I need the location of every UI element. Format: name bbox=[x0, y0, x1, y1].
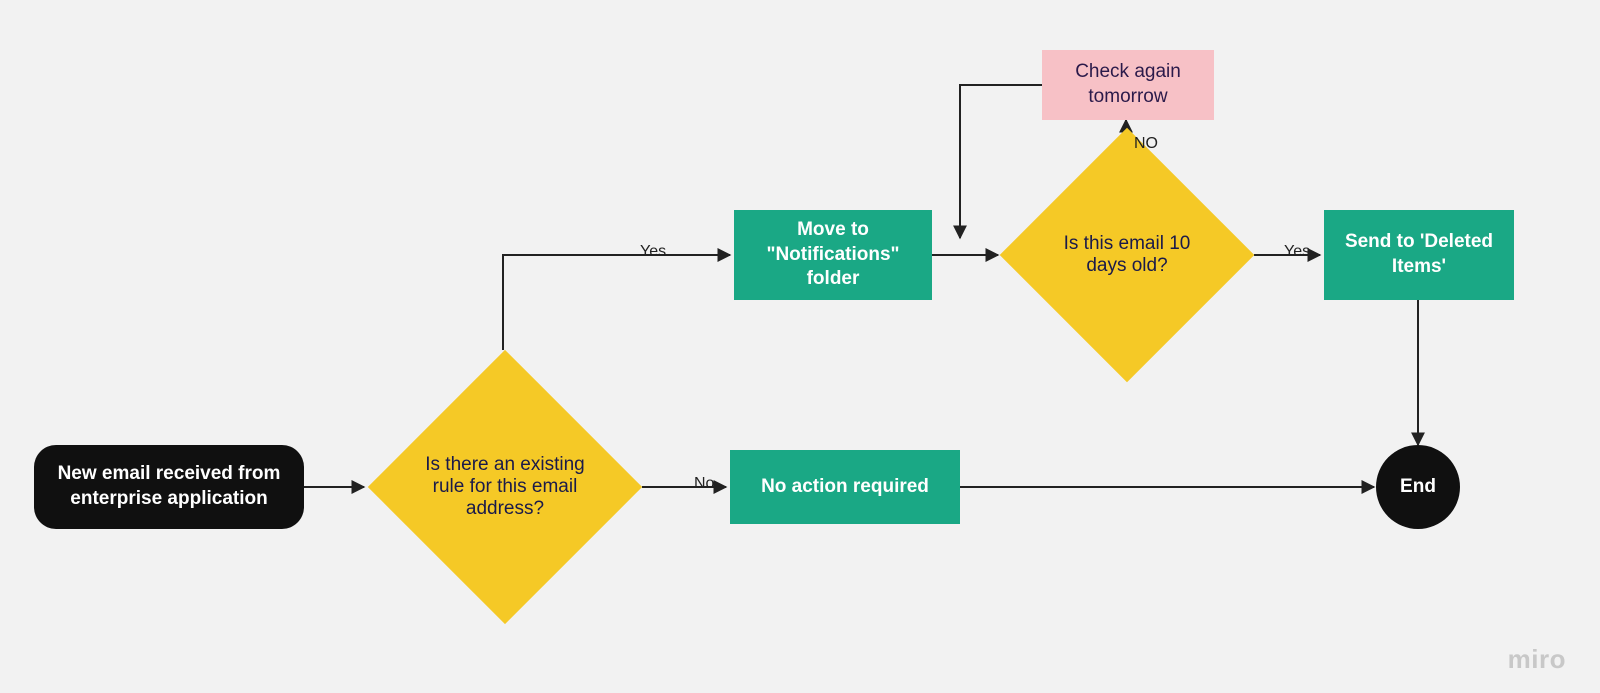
decision-existing-rule: Is there an existing rule for this email… bbox=[368, 350, 642, 624]
start-node: New email received from enterprise appli… bbox=[34, 445, 304, 529]
edge-label-d2-no: NO bbox=[1134, 135, 1158, 153]
move-notifications-text: Move to "Notifications" folder bbox=[748, 218, 918, 292]
decision-10-days-old: Is this email 10 days old? bbox=[1000, 128, 1254, 382]
decision1-text: Is there an existing rule for this email… bbox=[410, 454, 600, 520]
send-deleted-text: Send to 'Deleted Items' bbox=[1338, 230, 1500, 279]
process-send-deleted: Send to 'Deleted Items' bbox=[1324, 210, 1514, 300]
decision2-text: Is this email 10 days old? bbox=[1042, 233, 1212, 277]
end-node: End bbox=[1376, 445, 1460, 529]
arrows-layer bbox=[0, 0, 1600, 693]
process-move-notifications: Move to "Notifications" folder bbox=[734, 210, 932, 300]
end-text: End bbox=[1400, 475, 1436, 500]
flowchart-canvas: New email received from enterprise appli… bbox=[0, 0, 1600, 693]
edge-label-d1-no: No bbox=[694, 475, 714, 493]
check-tomorrow-text: Check again tomorrow bbox=[1056, 60, 1200, 109]
process-no-action: No action required bbox=[730, 450, 960, 524]
process-check-tomorrow: Check again tomorrow bbox=[1042, 50, 1214, 120]
edge-label-d2-yes: Yes bbox=[1284, 243, 1310, 261]
no-action-text: No action required bbox=[761, 475, 929, 500]
watermark: miro bbox=[1508, 644, 1566, 675]
edge-label-d1-yes: Yes bbox=[640, 243, 666, 261]
start-text: New email received from enterprise appli… bbox=[48, 462, 290, 511]
